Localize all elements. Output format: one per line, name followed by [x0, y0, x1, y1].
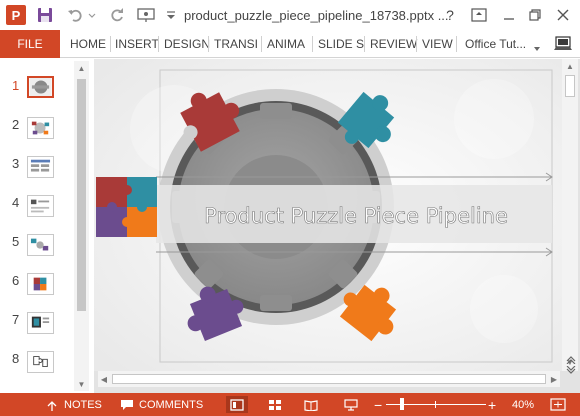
title-bar: P product_puzzle_piece_pipeline_18738.pp…: [0, 0, 580, 30]
customize-qat-icon[interactable]: [166, 5, 176, 25]
zoom-slider-midpoint: [435, 401, 436, 408]
tab-insert[interactable]: INSERT: [115, 30, 159, 58]
slide-number: 2: [12, 117, 20, 132]
notes-label: NOTES: [64, 398, 102, 411]
tab-separator: [312, 36, 313, 52]
tab-file[interactable]: FILE: [0, 30, 60, 58]
scroll-down-icon[interactable]: ▼: [74, 377, 89, 391]
tab-view[interactable]: VIEW: [422, 30, 453, 58]
ribbon-tab-bar: FILE HOME INSERT DESIGN TRANSI ANIMA SLI…: [0, 30, 580, 58]
slide-thumbnail-6[interactable]: [27, 273, 54, 295]
slide-title[interactable]: Product Puzzle Piece Pipeline: [204, 204, 508, 229]
slide-show-icon[interactable]: [340, 396, 362, 413]
zoom-level[interactable]: 40%: [512, 393, 534, 416]
puzzle-block: [96, 177, 157, 237]
tab-separator: [110, 36, 111, 52]
slide-thumbnail-8[interactable]: [27, 351, 54, 373]
tab-separator: [261, 36, 262, 52]
tab-transitions[interactable]: TRANSI: [214, 30, 258, 58]
zoom-in-button[interactable]: +: [488, 393, 496, 416]
scrollbar-thumb[interactable]: [77, 79, 86, 311]
slide-thumbnail-pane: 1 2 3 4 5 6 7 8 ▲ ▼: [0, 59, 93, 393]
account-name[interactable]: Office Tut...: [465, 30, 526, 58]
tab-separator: [208, 36, 209, 52]
tab-design[interactable]: DESIGN: [164, 30, 210, 58]
comment-icon: [121, 399, 133, 410]
undo-dropdown-icon[interactable]: [88, 5, 96, 25]
slide-canvas: Product Puzzle Piece Pipeline: [94, 59, 562, 371]
slide-thumbnail-7[interactable]: [27, 312, 54, 334]
reading-view-icon[interactable]: [300, 396, 322, 413]
powerpoint-icon[interactable]: P: [6, 5, 26, 25]
zoom-slider-handle[interactable]: [400, 398, 404, 410]
vertical-scrollbar[interactable]: ▲ ▼: [562, 59, 578, 371]
scroll-right-icon[interactable]: ▶: [548, 371, 560, 387]
slide-number: 6: [12, 273, 20, 288]
tab-separator: [158, 36, 159, 52]
help-icon[interactable]: ?: [442, 5, 458, 25]
status-bar: NOTES COMMENTS − + 40%: [0, 393, 580, 416]
slide-number: 7: [12, 312, 20, 327]
slide-thumbnail-1[interactable]: [27, 76, 54, 98]
zoom-out-button[interactable]: −: [374, 393, 382, 416]
comments-button[interactable]: COMMENTS: [120, 393, 203, 416]
restore-icon[interactable]: [528, 5, 542, 25]
slide-thumbnail-5[interactable]: [27, 234, 54, 256]
slide-number: 4: [12, 195, 20, 210]
notes-button[interactable]: NOTES: [44, 393, 102, 416]
present-from-beginning-icon[interactable]: [136, 5, 156, 25]
previous-slide-icon[interactable]: [564, 351, 578, 365]
tab-separator: [416, 36, 417, 52]
fit-slide-icon[interactable]: [550, 398, 566, 411]
ribbon-display-options-icon[interactable]: [470, 5, 488, 25]
notes-icon: [47, 400, 57, 411]
minimize-icon[interactable]: [502, 5, 516, 25]
redo-icon[interactable]: [108, 5, 126, 25]
slide-number: 8: [12, 351, 20, 366]
slide-thumbnail-2[interactable]: [27, 117, 54, 139]
slide-editor: Product Puzzle Piece Pipeline ▲ ▼ ◀ ▶: [94, 59, 580, 393]
scrollbar-thumb[interactable]: [112, 374, 546, 384]
horizontal-scrollbar[interactable]: ◀ ▶: [98, 371, 560, 387]
chevron-down-icon[interactable]: [533, 40, 541, 51]
close-icon[interactable]: [556, 5, 570, 25]
scrollbar-thumb[interactable]: [565, 75, 575, 97]
normal-view-icon[interactable]: [226, 396, 248, 413]
next-slide-icon[interactable]: [564, 363, 578, 374]
save-icon[interactable]: [36, 5, 54, 25]
tab-animations[interactable]: ANIMA: [267, 30, 305, 58]
tab-home[interactable]: HOME: [70, 30, 106, 58]
user-avatar-icon[interactable]: [553, 35, 573, 53]
tab-review[interactable]: REVIEW: [370, 30, 417, 58]
undo-icon[interactable]: [66, 5, 84, 25]
document-title: product_puzzle_piece_pipeline_18738.pptx…: [184, 8, 449, 23]
scroll-left-icon[interactable]: ◀: [98, 371, 110, 387]
tab-separator: [456, 36, 457, 52]
scroll-up-icon[interactable]: ▲: [74, 61, 89, 75]
scroll-up-icon[interactable]: ▲: [562, 59, 578, 73]
slide-number: 1: [12, 78, 20, 93]
slide-number: 3: [12, 156, 20, 171]
thumbnail-scrollbar[interactable]: ▲ ▼: [74, 61, 89, 391]
slide-number: 5: [12, 234, 20, 249]
tab-slide-show[interactable]: SLIDE S: [318, 30, 364, 58]
comments-label: COMMENTS: [139, 398, 204, 411]
slide-sorter-icon[interactable]: [264, 396, 286, 413]
tab-separator: [364, 36, 365, 52]
slide-thumbnail-4[interactable]: [27, 195, 54, 217]
slide-thumbnail-3[interactable]: [27, 156, 54, 178]
